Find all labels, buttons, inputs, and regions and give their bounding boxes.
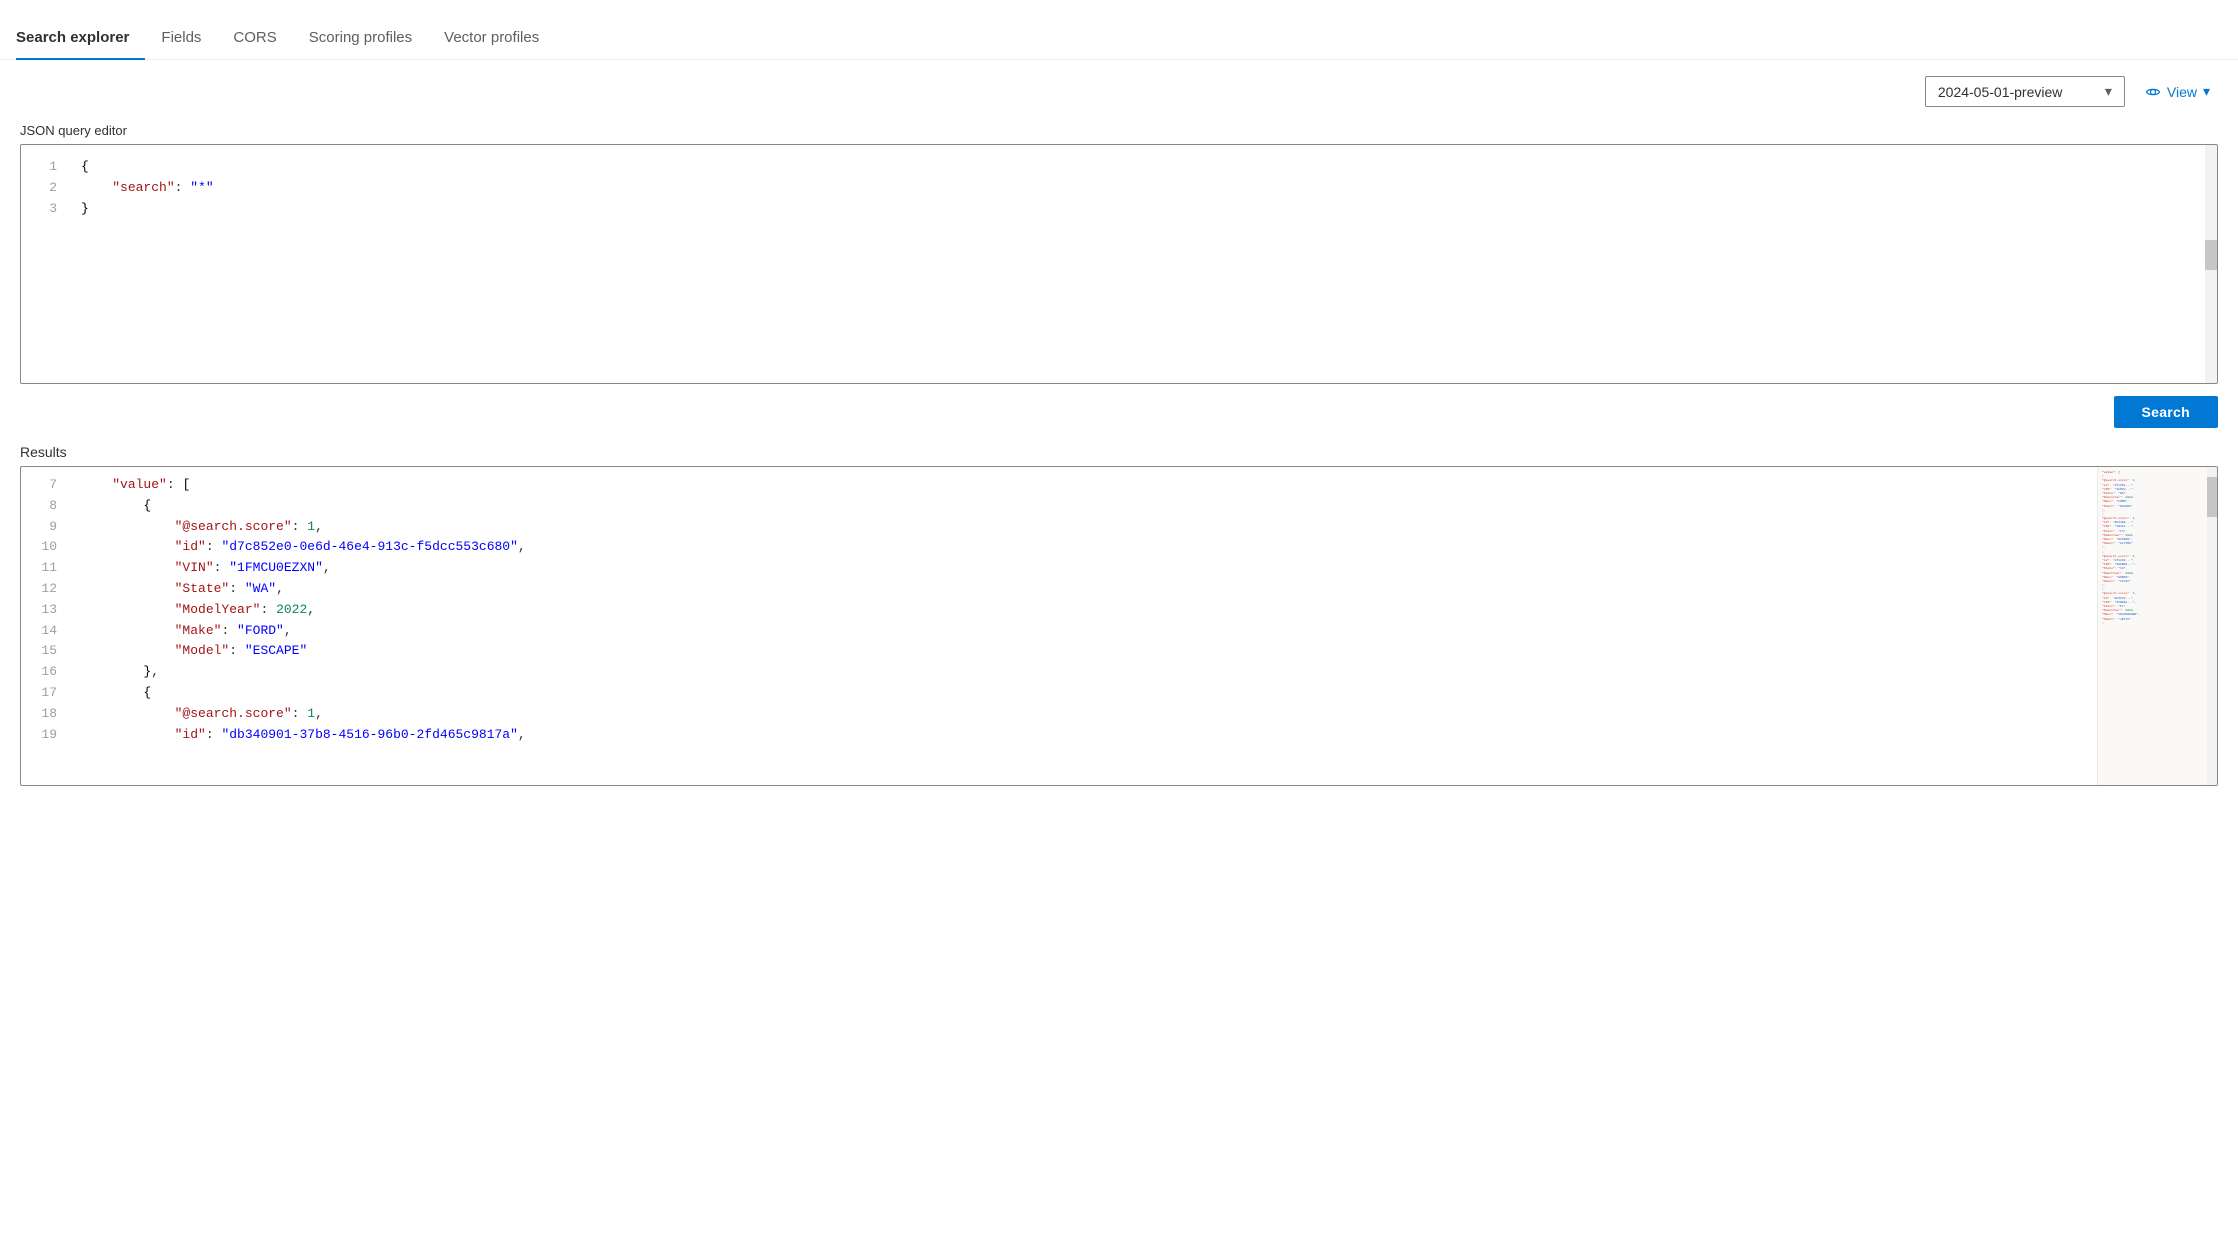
search-button[interactable]: Search — [2114, 396, 2219, 428]
editor-line-3: } — [81, 199, 2205, 220]
editor-scrollbar[interactable] — [2205, 145, 2217, 383]
result-line-12: "State": "WA", — [81, 579, 2085, 600]
line-number-2: 2 — [21, 178, 69, 199]
editor-code-area[interactable]: { "search": "*" } — [69, 145, 2217, 383]
tab-vector-profiles[interactable]: Vector profiles — [428, 29, 555, 60]
result-line-num-18: 18 — [21, 704, 69, 725]
line-number-3: 3 — [21, 199, 69, 220]
tab-fields[interactable]: Fields — [145, 29, 217, 60]
result-line-num-8: 8 — [21, 496, 69, 517]
minimap-content: "value": [ { "@search.score": 1, "id": "… — [2098, 467, 2217, 630]
result-line-num-9: 9 — [21, 517, 69, 538]
toolbar: 2024-05-01-preview ▾ View ▾ — [20, 76, 2218, 107]
result-line-num-17: 17 — [21, 683, 69, 704]
result-line-num-7: 7 — [21, 475, 69, 496]
line-number-1: 1 — [21, 157, 69, 178]
results-line-numbers: 7 8 9 10 11 12 13 14 15 16 17 18 19 — [21, 467, 69, 785]
results-scrollbar[interactable] — [2207, 467, 2217, 785]
results-main: 7 8 9 10 11 12 13 14 15 16 17 18 19 "val… — [21, 467, 2097, 785]
editor-line-2: "search": "*" — [81, 178, 2205, 199]
result-line-7: "value": [ — [81, 475, 2085, 496]
tab-scoring-profiles[interactable]: Scoring profiles — [293, 29, 428, 60]
json-editor-label: JSON query editor — [20, 123, 2218, 138]
result-line-11: "VIN": "1FMCU0EZXN", — [81, 558, 2085, 579]
result-line-16: }, — [81, 662, 2085, 683]
result-line-num-11: 11 — [21, 558, 69, 579]
result-line-17: { — [81, 683, 2085, 704]
result-line-num-16: 16 — [21, 662, 69, 683]
tab-search-explorer[interactable]: Search explorer — [16, 29, 145, 60]
results-container: 7 8 9 10 11 12 13 14 15 16 17 18 19 "val… — [20, 466, 2218, 786]
view-label: View — [2167, 84, 2197, 100]
main-content: 2024-05-01-preview ▾ View ▾ JSON query e… — [0, 60, 2238, 802]
results-minimap: "value": [ { "@search.score": 1, "id": "… — [2097, 467, 2217, 785]
result-line-num-19: 19 — [21, 725, 69, 746]
search-button-row: Search — [20, 396, 2218, 428]
result-line-14: "Make": "FORD", — [81, 621, 2085, 642]
result-line-18: "@search.score": 1, — [81, 704, 2085, 725]
results-scrollbar-thumb — [2207, 477, 2217, 517]
view-button[interactable]: View ▾ — [2137, 77, 2218, 106]
result-line-num-12: 12 — [21, 579, 69, 600]
editor-line-numbers: 1 2 3 — [21, 145, 69, 383]
result-line-num-13: 13 — [21, 600, 69, 621]
result-line-10: "id": "d7c852e0-0e6d-46e4-913c-f5dcc553c… — [81, 537, 2085, 558]
chevron-down-icon: ▾ — [2105, 83, 2112, 100]
result-line-8: { — [81, 496, 2085, 517]
tab-cors[interactable]: CORS — [217, 29, 292, 60]
result-line-13: "ModelYear": 2022, — [81, 600, 2085, 621]
result-line-num-10: 10 — [21, 537, 69, 558]
view-icon — [2145, 84, 2161, 100]
editor-line-1: { — [81, 157, 2205, 178]
eye-icon — [2145, 84, 2161, 100]
json-editor[interactable]: 1 2 3 { "search": "*" } — [20, 144, 2218, 384]
view-chevron-icon: ▾ — [2203, 83, 2210, 100]
result-line-num-14: 14 — [21, 621, 69, 642]
api-version-dropdown[interactable]: 2024-05-01-preview ▾ — [1925, 76, 2125, 107]
result-line-19: "id": "db340901-37b8-4516-96b0-2fd465c98… — [81, 725, 2085, 746]
editor-scrollbar-thumb — [2205, 240, 2217, 270]
result-line-num-15: 15 — [21, 641, 69, 662]
results-label: Results — [20, 444, 2218, 460]
nav-tabs: Search explorer Fields CORS Scoring prof… — [0, 0, 2238, 60]
result-line-15: "Model": "ESCAPE" — [81, 641, 2085, 662]
api-version-label: 2024-05-01-preview — [1938, 84, 2063, 100]
results-code-area[interactable]: "value": [ { "@search.score": 1, "id": "… — [69, 467, 2097, 785]
result-line-9: "@search.score": 1, — [81, 517, 2085, 538]
